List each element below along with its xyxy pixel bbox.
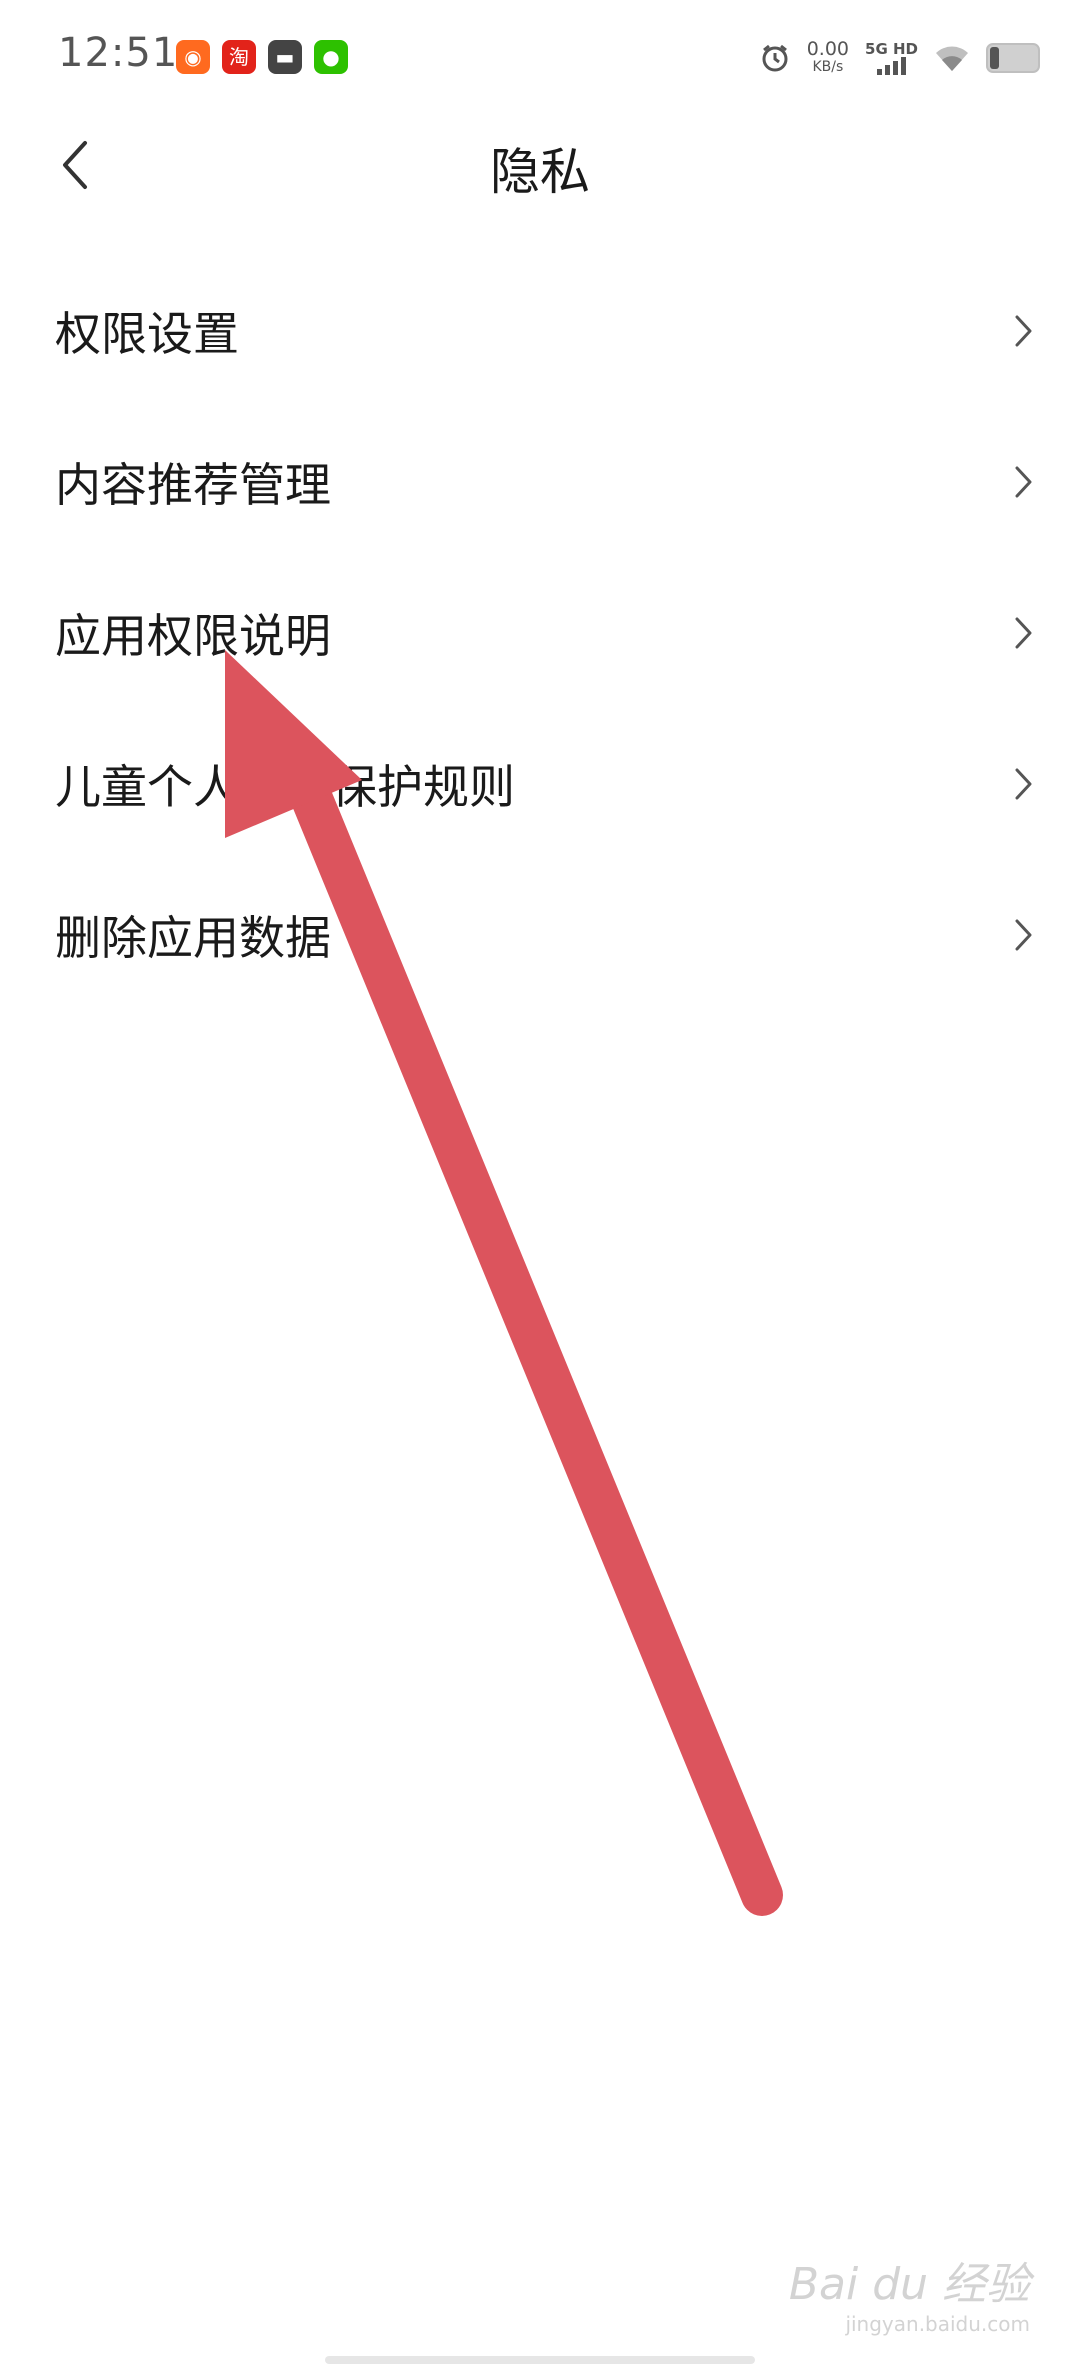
watermark-brand: Bai du 经验 [788,2259,1030,2310]
menu-item-content-recommendation[interactable]: 内容推荐管理 [0,406,1080,557]
menu-item-label: 权限设置 [55,306,239,361]
menu-item-label: 内容推荐管理 [55,457,331,512]
alarm-icon [762,44,788,72]
cellular-signal: 5G HD [865,41,918,75]
wifi-icon [936,46,968,71]
notification-icons: ◉ 淘 ▬ ● [176,40,348,74]
menu-item-label: 应用权限说明 [55,608,331,663]
title-bar: 隐私 [0,110,1080,220]
network-speed: 0.00 KB/s [807,40,849,76]
privacy-screen: 12:51 ◉ 淘 ▬ ● 0.00 KB/s 5G HD 隐私 权限设置 内容… [0,0,1080,2376]
status-time: 12:51 [58,30,179,76]
battery-level [990,47,1000,69]
wechat-icon: ● [314,40,348,74]
chevron-right-icon [1015,315,1032,346]
page-title: 隐私 [490,143,590,201]
menu-item-label: 删除应用数据 [55,910,331,965]
menu-item-label: 儿童个人信息保护规则 [55,759,515,814]
taobao-icon: 淘 [222,40,256,74]
menu-item-app-permission-info[interactable]: 应用权限说明 [0,557,1080,708]
battery-icon [986,43,1040,73]
chevron-right-icon [1015,768,1032,799]
network-speed-unit: KB/s [812,59,844,75]
chevron-right-icon [1015,919,1032,950]
app-icon: ▬ [268,40,302,74]
signal-bars-icon [877,57,906,75]
menu-item-delete-app-data[interactable]: 删除应用数据 [0,859,1080,1010]
watermark-site: jingyan.baidu.com [845,2312,1030,2336]
chevron-right-icon [1015,466,1032,497]
network-type-label: 5G HD [865,40,918,58]
menu-item-children-privacy-rules[interactable]: 儿童个人信息保护规则 [0,708,1080,859]
network-speed-value: 0.00 [806,38,850,60]
status-indicators: 0.00 KB/s 5G HD [759,30,1040,86]
home-indicator[interactable] [325,2356,755,2364]
menu-item-permission-settings[interactable]: 权限设置 [0,255,1080,406]
privacy-menu: 权限设置 内容推荐管理 应用权限说明 儿童个人信息保护规则 删除应用数据 [0,255,1080,1010]
baidu-jingyan-watermark: Bai du 经验 jingyan.baidu.com [789,2248,1030,2336]
chevron-right-icon [1015,617,1032,648]
kuaishou-icon: ◉ [176,40,210,74]
status-bar: 12:51 ◉ 淘 ▬ ● 0.00 KB/s 5G HD [0,0,1080,110]
